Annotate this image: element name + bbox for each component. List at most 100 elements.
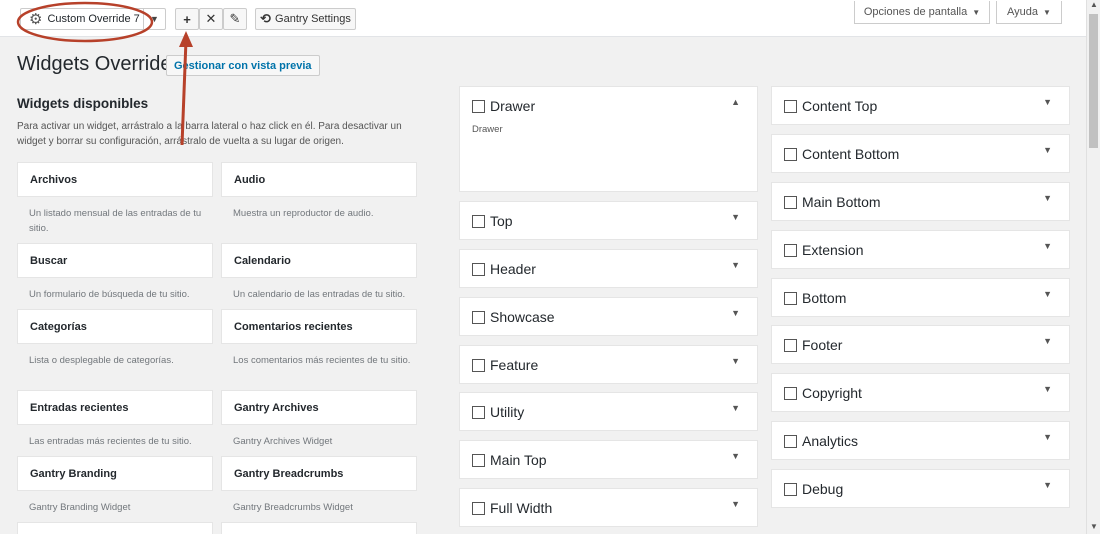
gantry-settings-label: Gantry Settings bbox=[275, 13, 351, 25]
caret-up-icon[interactable]: ▲ bbox=[731, 97, 740, 107]
widget-item[interactable]: Comentarios recientes bbox=[221, 309, 417, 344]
edit-override-button[interactable]: ✎ bbox=[223, 8, 247, 30]
checkbox[interactable] bbox=[784, 291, 797, 305]
scrollbar[interactable]: ▲ ▼ bbox=[1086, 0, 1100, 534]
widget-item[interactable]: Gantry Branding bbox=[17, 456, 213, 491]
pencil-icon: ✎ bbox=[229, 11, 241, 26]
sidebar-area-header: Top bbox=[472, 213, 513, 229]
sidebar-area[interactable]: Extension ▼ bbox=[771, 230, 1070, 269]
screen-options-label: Opciones de pantalla bbox=[863, 6, 968, 18]
widget-item[interactable]: Archivos bbox=[17, 162, 213, 197]
caret-down-icon[interactable]: ▼ bbox=[1043, 289, 1052, 299]
widget-item[interactable]: Calendario bbox=[221, 243, 417, 278]
sidebar-area-title: Extension bbox=[802, 242, 864, 258]
sidebar-area[interactable]: Feature ▼ bbox=[459, 345, 758, 384]
caret-down-icon[interactable]: ▼ bbox=[731, 499, 740, 509]
help-button[interactable]: Ayuda ▼ bbox=[996, 1, 1062, 24]
sidebar-area-title: Main Bottom bbox=[802, 194, 881, 210]
widget-item[interactable] bbox=[221, 522, 417, 534]
checkbox[interactable] bbox=[784, 434, 797, 448]
sidebar-area[interactable]: Debug ▼ bbox=[771, 469, 1070, 508]
sidebar-area-title: Bottom bbox=[802, 290, 847, 306]
sidebar-area[interactable]: Main Top ▼ bbox=[459, 440, 758, 479]
sidebar-area-title: Utility bbox=[490, 404, 525, 420]
sidebar-area-title: Drawer bbox=[490, 98, 536, 114]
checkbox[interactable] bbox=[472, 453, 485, 467]
checkbox[interactable] bbox=[784, 386, 797, 400]
sidebar-area[interactable]: Showcase ▼ bbox=[459, 297, 758, 336]
checkbox[interactable] bbox=[784, 147, 797, 161]
caret-down-icon[interactable]: ▼ bbox=[731, 212, 740, 222]
checkbox[interactable] bbox=[784, 195, 797, 209]
caret-down-icon[interactable]: ▼ bbox=[1043, 97, 1052, 107]
sidebar-area[interactable]: Footer ▼ bbox=[771, 325, 1070, 364]
widget-item[interactable]: Buscar bbox=[17, 243, 213, 278]
caret-down-icon[interactable]: ▼ bbox=[1043, 145, 1052, 155]
sidebar-area-header: Content Top bbox=[784, 98, 877, 114]
sidebar-area-title: Content Top bbox=[802, 98, 878, 114]
caret-down-icon: ▼ bbox=[1043, 7, 1051, 17]
sidebar-area[interactable]: Content Top ▼ bbox=[771, 86, 1070, 125]
scrollbar-thumb[interactable] bbox=[1089, 14, 1098, 148]
delete-override-button[interactable]: ✕ bbox=[199, 8, 223, 30]
page-title: Widgets Override bbox=[17, 53, 172, 75]
widget-item[interactable]: Categorías bbox=[17, 309, 213, 344]
sidebar-area[interactable]: Bottom ▼ bbox=[771, 278, 1070, 317]
caret-down-icon[interactable]: ▼ bbox=[1043, 241, 1052, 251]
checkbox[interactable] bbox=[784, 243, 797, 257]
chevron-down-icon[interactable]: ▼ bbox=[143, 9, 165, 29]
checkbox[interactable] bbox=[784, 482, 797, 496]
caret-down-icon[interactable]: ▼ bbox=[1043, 384, 1052, 394]
sidebar-area-title: Full Width bbox=[490, 500, 553, 516]
widget-item[interactable]: Audio bbox=[221, 162, 417, 197]
caret-down-icon[interactable]: ▼ bbox=[1043, 432, 1052, 442]
top-toolbar: ⚙ Custom Override 7 ▼ + ✕ ✎ ⟲ Gantry Set… bbox=[0, 0, 1086, 37]
checkbox[interactable] bbox=[472, 310, 485, 324]
sidebar-area-title: Debug bbox=[802, 481, 844, 497]
gantry-settings-button[interactable]: ⟲ Gantry Settings bbox=[255, 8, 356, 30]
manage-preview-button[interactable]: Gestionar con vista previa bbox=[166, 55, 320, 76]
checkbox[interactable] bbox=[472, 214, 485, 228]
sidebar-area[interactable]: Main Bottom ▼ bbox=[771, 182, 1070, 221]
sidebar-area-header: Full Width bbox=[472, 500, 552, 516]
sidebar-area-title: Top bbox=[490, 213, 513, 229]
caret-down-icon[interactable]: ▼ bbox=[731, 403, 740, 413]
add-override-button[interactable]: + bbox=[175, 8, 199, 30]
caret-down-icon[interactable]: ▼ bbox=[1043, 193, 1052, 203]
caret-down-icon[interactable]: ▼ bbox=[1043, 336, 1052, 346]
widget-item[interactable]: Entradas recientes bbox=[17, 390, 213, 425]
caret-down-icon[interactable]: ▼ bbox=[731, 356, 740, 366]
checkbox[interactable] bbox=[472, 262, 485, 276]
checkbox[interactable] bbox=[472, 99, 485, 113]
widget-description: Gantry Branding Widget bbox=[29, 502, 131, 513]
sidebar-area[interactable]: Header ▼ bbox=[459, 249, 758, 288]
caret-down-icon[interactable]: ▼ bbox=[731, 260, 740, 270]
sidebar-area-header: Footer bbox=[784, 337, 842, 353]
widget-item[interactable]: Gantry Breadcrumbs bbox=[221, 456, 417, 491]
scroll-up-icon[interactable]: ▲ bbox=[1087, 0, 1100, 12]
sidebar-area[interactable]: Content Bottom ▼ bbox=[771, 134, 1070, 173]
sidebar-area[interactable]: Analytics ▼ bbox=[771, 421, 1070, 460]
caret-down-icon[interactable]: ▼ bbox=[731, 451, 740, 461]
screen-options-button[interactable]: Opciones de pantalla ▼ bbox=[854, 1, 990, 24]
sidebar-area[interactable]: Copyright ▼ bbox=[771, 373, 1070, 412]
checkbox[interactable] bbox=[784, 338, 797, 352]
checkbox[interactable] bbox=[472, 405, 485, 419]
widget-item[interactable] bbox=[17, 522, 213, 534]
checkbox[interactable] bbox=[472, 501, 485, 515]
sidebar-area[interactable]: Top ▼ bbox=[459, 201, 758, 240]
checkbox[interactable] bbox=[784, 99, 797, 113]
scroll-down-icon[interactable]: ▼ bbox=[1087, 522, 1100, 534]
widget-item[interactable]: Gantry Archives bbox=[221, 390, 417, 425]
caret-down-icon[interactable]: ▼ bbox=[731, 308, 740, 318]
sidebar-area[interactable]: Drawer ▲ Drawer bbox=[459, 86, 758, 192]
checkbox[interactable] bbox=[472, 358, 485, 372]
sidebar-area[interactable]: Utility ▼ bbox=[459, 392, 758, 431]
sidebar-area[interactable]: Full Width ▼ bbox=[459, 488, 758, 527]
widget-description: Un calendario de las entradas de tu siti… bbox=[233, 289, 406, 300]
sidebar-area-title: Header bbox=[490, 261, 536, 277]
sidebar-area-header: Bottom bbox=[784, 290, 846, 306]
override-selector[interactable]: ⚙ Custom Override 7 ▼ bbox=[20, 8, 166, 30]
override-name: Custom Override 7 bbox=[47, 13, 140, 25]
caret-down-icon[interactable]: ▼ bbox=[1043, 480, 1052, 490]
